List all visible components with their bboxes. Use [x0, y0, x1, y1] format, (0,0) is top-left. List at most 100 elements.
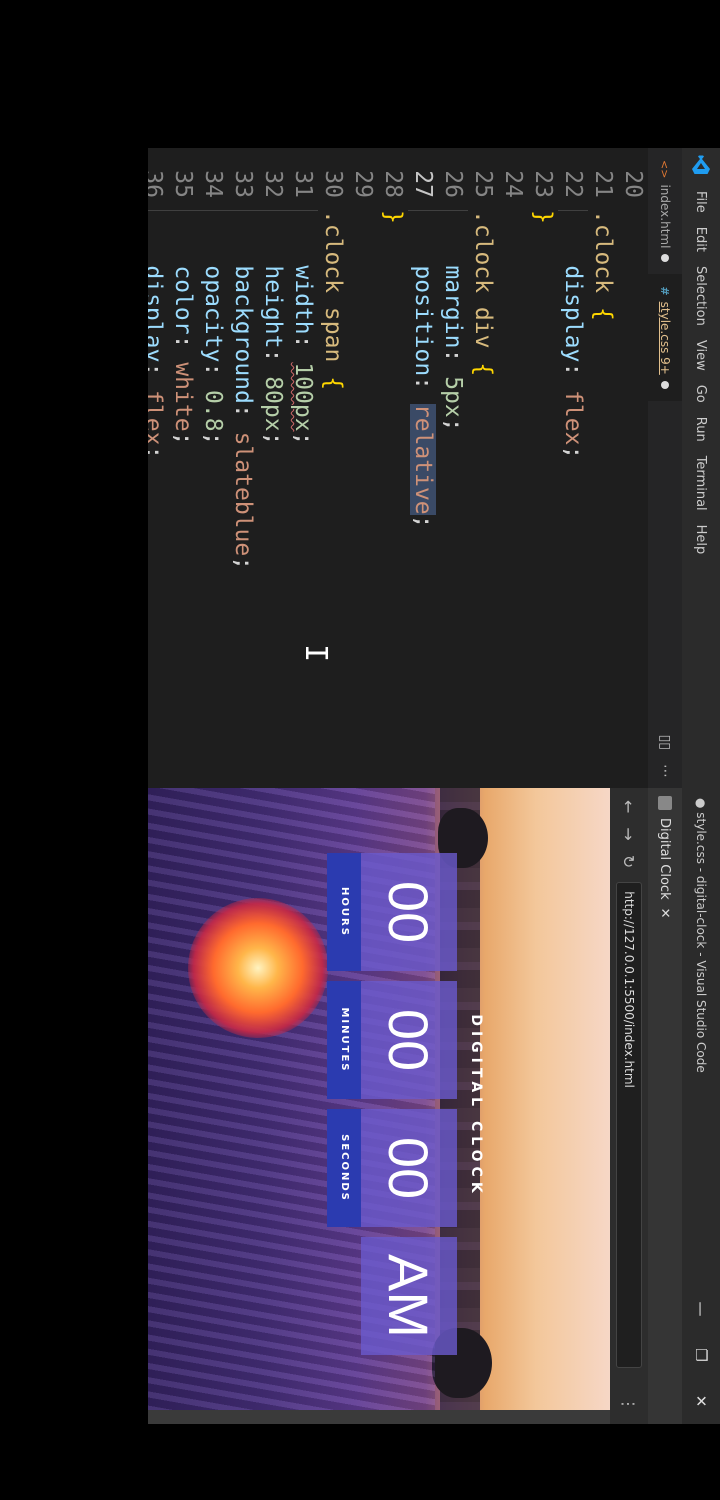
unsaved-dot-icon[interactable]	[661, 380, 669, 389]
code-line[interactable]: 24	[498, 148, 528, 788]
code-line[interactable]: 23}	[528, 148, 558, 788]
text-cursor-icon: I	[298, 644, 333, 663]
code-text: position: relative;	[408, 210, 438, 529]
close-button[interactable]: ✕	[682, 1378, 720, 1424]
code-token: :	[560, 362, 586, 391]
code-line[interactable]: 30 .clock span {	[318, 148, 348, 788]
menu-terminal[interactable]: Terminal	[694, 449, 709, 518]
code-token: ;	[148, 445, 166, 459]
seconds-label: SECONDS	[327, 1109, 361, 1227]
code-token: :	[170, 334, 196, 363]
indent-guide	[408, 210, 468, 211]
code-line[interactable]: 20	[618, 148, 648, 788]
code-text: }	[528, 210, 558, 224]
code-line[interactable]: 28}	[378, 148, 408, 788]
editor-actions: ▯▯ ⋯	[648, 735, 682, 778]
code-token: {	[320, 376, 346, 391]
line-number: 24	[500, 170, 526, 198]
tab-style-css[interactable]: # style.css 9+	[648, 274, 682, 401]
code-token: :	[200, 362, 226, 391]
code-area[interactable]: 20 21 .clock {22 display: flex; 23} 24 25 .clo…	[148, 148, 648, 788]
code-token: slateblue	[230, 431, 256, 557]
code-line[interactable]: 21 .clock {	[588, 148, 618, 788]
menu-edit[interactable]: Edit	[694, 220, 709, 259]
back-icon[interactable]: ←	[620, 800, 639, 813]
code-line[interactable]: 33 background: slateblue;	[228, 148, 258, 788]
browser-scrollbar[interactable]	[148, 1410, 610, 1424]
code-line[interactable]: 36 display: flex;	[148, 148, 168, 788]
menu-bar: File Edit Selection View Go Run Terminal…	[694, 184, 709, 561]
line-number: 34	[200, 170, 226, 198]
code-token: 5px	[440, 376, 466, 418]
code-line[interactable]: 35 color: white;	[168, 148, 198, 788]
line-number: 21	[590, 170, 616, 198]
code-line[interactable]: 27 position: relative;	[408, 148, 438, 788]
browser-tab-title[interactable]: Digital Clock	[658, 818, 673, 900]
code-token: margin	[440, 210, 466, 349]
html-file-icon: <>	[658, 160, 672, 179]
code-text: }	[378, 210, 408, 224]
line-number: 27	[410, 170, 436, 198]
address-bar[interactable]: http://127.0.0.1:5500/index.html	[616, 882, 642, 1369]
code-text: margin: 5px;	[438, 210, 468, 431]
line-number: 30	[320, 170, 346, 198]
line-number: 20	[620, 170, 646, 198]
digital-clock: 00 HOURS 00 MINUTES 00 SECONDS AM	[327, 848, 457, 1360]
line-number: 26	[440, 170, 466, 198]
code-token: ;	[290, 431, 316, 446]
menu-file[interactable]: File	[694, 184, 709, 220]
code-token: }	[380, 210, 406, 224]
line-number: 32	[260, 170, 286, 198]
code-line[interactable]: 31 width: 100px;	[288, 148, 318, 788]
code-token: :	[410, 376, 436, 404]
line-number: 36	[148, 170, 166, 198]
minimize-button[interactable]: —	[682, 1286, 720, 1332]
split-editor-icon[interactable]: ▯▯	[657, 735, 673, 750]
minutes-value: 00	[361, 981, 457, 1099]
code-token: relative	[410, 403, 436, 515]
page-viewport: DIGITAL CLOCK 00 HOURS 00 MINUTES 00 SEC…	[148, 788, 610, 1424]
reload-icon[interactable]: ↻	[620, 855, 639, 868]
code-line[interactable]: 25 .clock div {	[468, 148, 498, 788]
menu-go[interactable]: Go	[694, 378, 709, 410]
code-token: color	[170, 210, 196, 335]
title-bar: File Edit Selection View Go Run Terminal…	[682, 148, 720, 1424]
tab-close-icon[interactable]: ✕	[658, 908, 673, 919]
menu-run[interactable]: Run	[694, 410, 709, 449]
code-token: :	[260, 348, 286, 377]
code-text: opacity: 0.8;	[198, 210, 228, 445]
more-actions-icon[interactable]: ⋯	[657, 764, 673, 778]
code-line[interactable]: 29	[348, 148, 378, 788]
code-text: .clock div {	[468, 210, 498, 376]
tab-label: style.css 9+	[658, 301, 672, 375]
clock-ampm: AM	[341, 1237, 457, 1355]
seconds-value: 00	[361, 1109, 457, 1227]
tab-index-html[interactable]: <> index.html	[648, 148, 682, 274]
code-line[interactable]: 34 opacity: 0.8;	[198, 148, 228, 788]
code-token: width	[290, 210, 316, 335]
code-line[interactable]: 22 display: flex;	[558, 148, 588, 788]
menu-help[interactable]: Help	[694, 518, 709, 562]
minutes-label: MINUTES	[327, 981, 361, 1099]
forward-icon[interactable]: →	[620, 827, 639, 840]
code-line[interactable]: 26 margin: 5px;	[438, 148, 468, 788]
window-title: ● style.css - digital-clock - Visual Stu…	[694, 798, 708, 1073]
code-token: :	[290, 334, 316, 363]
code-text: .clock span {	[318, 210, 348, 390]
code-line[interactable]: 32 height: 80px;	[258, 148, 288, 788]
code-token: 100px	[290, 362, 316, 432]
maximize-button[interactable]: ❐	[682, 1332, 720, 1378]
code-text: display: flex;	[558, 210, 588, 459]
indent-guide	[148, 210, 318, 211]
menu-selection[interactable]: Selection	[694, 259, 709, 333]
tab-label: index.html	[658, 184, 672, 249]
desktop-screen: File Edit Selection View Go Run Terminal…	[148, 148, 720, 1424]
browser-tab-bar: Digital Clock ✕	[648, 788, 682, 1424]
page-icon	[658, 796, 672, 810]
css-file-icon: #	[658, 286, 672, 296]
line-number: 25	[470, 170, 496, 198]
browser-menu-icon[interactable]: ⋮	[619, 1396, 638, 1412]
unsaved-dot-icon[interactable]	[661, 254, 669, 263]
menu-view[interactable]: View	[694, 333, 709, 378]
